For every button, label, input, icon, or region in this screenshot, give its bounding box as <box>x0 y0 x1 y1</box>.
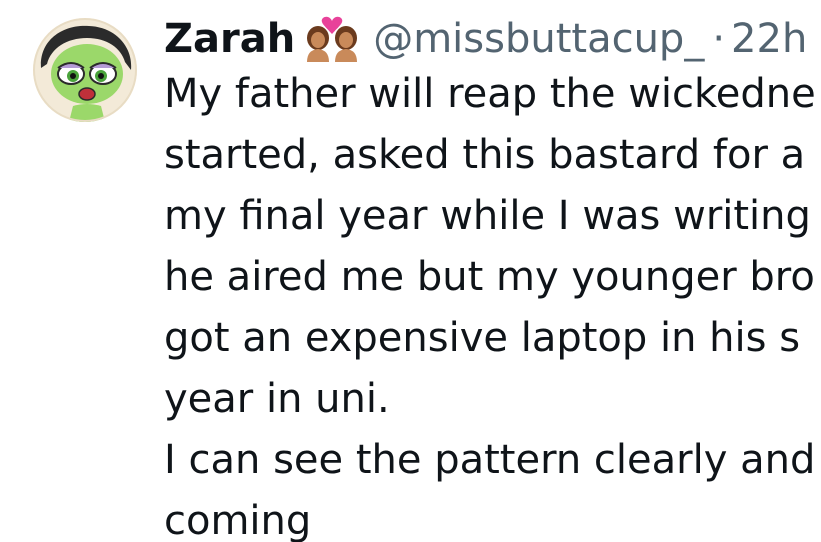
tweet-header: Zarah @missbuttacup_ · 22h <box>164 14 807 64</box>
tweet-text-line: started, asked this bastard for a <box>164 132 806 178</box>
tweet-text-line: I can see the pattern clearly and <box>164 437 816 483</box>
tweet-text-line: my final year while I was writing <box>164 193 811 239</box>
tweet-text-line: year in uni. <box>164 376 390 422</box>
meta-separator: · <box>712 16 726 62</box>
couple-with-heart-emoji-icon <box>303 16 361 62</box>
author-name[interactable]: Zarah <box>164 14 295 64</box>
profile-avatar[interactable] <box>33 18 137 122</box>
tweet-timestamp[interactable]: 22h <box>731 14 807 64</box>
author-handle[interactable]: @missbuttacup_ <box>373 14 704 64</box>
tweet-text-line: My father will reap the wickedne <box>164 71 816 117</box>
tweet-text-line: coming <box>164 498 312 542</box>
tweet-text-line: got an expensive laptop in his s <box>164 315 801 361</box>
tweet-text-line: he aired me but my younger bro <box>164 254 815 300</box>
tweet-text: My father will reap the wickedne started… <box>164 64 816 542</box>
tweet[interactable]: Zarah @missbuttacup_ · 22h My father wil… <box>0 0 821 542</box>
